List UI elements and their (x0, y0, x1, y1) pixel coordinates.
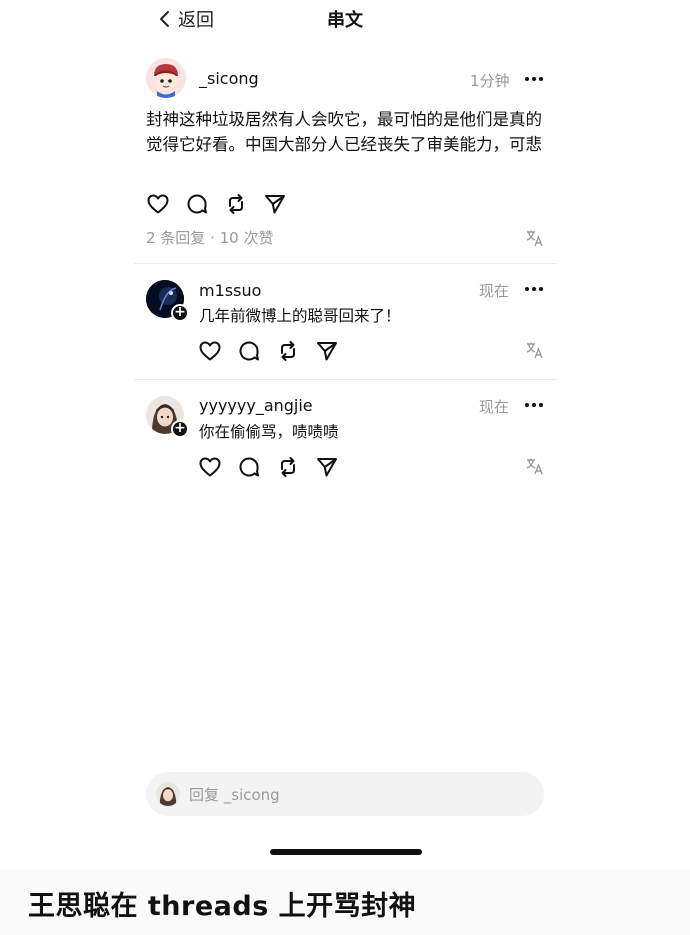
send-icon[interactable] (263, 192, 287, 216)
repost-icon[interactable] (276, 455, 300, 479)
reply-input[interactable]: 回复 _sicong (146, 772, 544, 816)
follow-plus-icon[interactable]: + (171, 420, 189, 438)
page-title: 串文 (327, 10, 363, 31)
heart-icon[interactable] (146, 192, 170, 216)
send-icon[interactable] (315, 339, 339, 363)
home-indicator[interactable] (270, 849, 422, 855)
reply-text: 几年前微博上的聪哥回来了！ (199, 307, 401, 325)
reply-actions (198, 339, 354, 363)
thread-screen: 返回 串文 _sicong 1分钟 封神这种垃圾居然有人会吹它，最可怕的是他们是… (0, 0, 690, 935)
translate-icon[interactable] (526, 341, 544, 359)
reply-time: 现在 (479, 282, 510, 300)
translate-icon[interactable] (526, 229, 544, 247)
reply-input-placeholder: 回复 _sicong (189, 785, 280, 804)
more-icon[interactable] (525, 76, 543, 82)
heart-icon[interactable] (198, 455, 222, 479)
post-text: 封神这种垃圾居然有人会吹它，最可怕的是他们是真的觉得它好看。中国大部分人已经丧失… (146, 110, 542, 154)
comment-icon[interactable] (237, 455, 261, 479)
follow-plus-icon[interactable]: + (171, 304, 189, 322)
divider (134, 379, 557, 380)
comment-icon[interactable] (185, 192, 209, 216)
more-icon[interactable] (525, 286, 543, 292)
avatar (156, 782, 180, 806)
translate-icon[interactable] (526, 457, 544, 475)
post-time: 1分钟 (470, 72, 510, 90)
heart-icon[interactable] (198, 339, 222, 363)
repost-icon[interactable] (276, 339, 300, 363)
reply-time: 现在 (479, 398, 510, 416)
comment-icon[interactable] (237, 339, 261, 363)
more-icon[interactable] (525, 402, 543, 408)
repost-icon[interactable] (224, 192, 248, 216)
post-stats[interactable]: 2 条回复 · 10 次赞 (146, 227, 273, 248)
reply-username[interactable]: m1ssuo (199, 281, 261, 300)
send-icon[interactable] (315, 455, 339, 479)
reply-actions (198, 455, 354, 479)
post-actions (146, 192, 302, 216)
post-username[interactable]: _sicong (199, 69, 259, 88)
reply-username[interactable]: yyyyyy_angjie (199, 396, 313, 415)
divider (134, 263, 557, 264)
caption-text: 王思聪在 threads 上开骂封神 (28, 891, 417, 922)
caption-band: 王思聪在 threads 上开骂封神 (0, 870, 690, 935)
avatar[interactable] (146, 58, 186, 98)
reply-text: 你在偷偷骂，啧啧啧 (199, 423, 339, 441)
